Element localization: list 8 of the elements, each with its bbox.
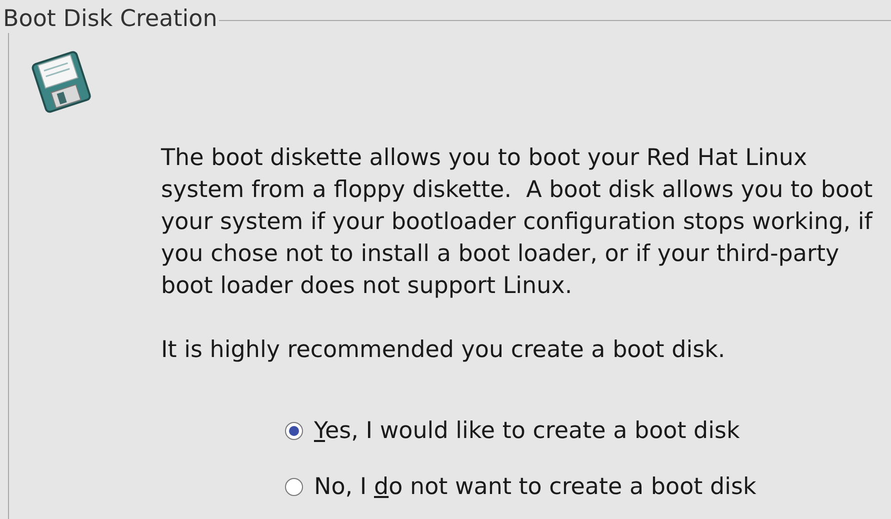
radio-button[interactable] bbox=[285, 478, 303, 496]
radio-button[interactable] bbox=[285, 422, 303, 440]
description-text: The boot diskette allows you to boot your Red Hat Linux system from a floppy diskette. A boot disk allows you to boot your system if your bootloader configuration stops working, if you chose not to install a boot loader, or if your third-party boot loader does not support Linux. bbox=[161, 144, 874, 301]
recommendation-text: It is highly recommended you create a boot disk. bbox=[161, 336, 726, 365]
radio-label: No, I do not want to create a boot disk bbox=[314, 473, 756, 502]
radio-option[interactable]: No, I do not want to create a boot disk bbox=[285, 472, 889, 502]
radio-option[interactable]: Yes, I would like to create a boot disk bbox=[285, 416, 889, 446]
radio-label: Yes, I would like to create a boot disk bbox=[314, 417, 740, 446]
